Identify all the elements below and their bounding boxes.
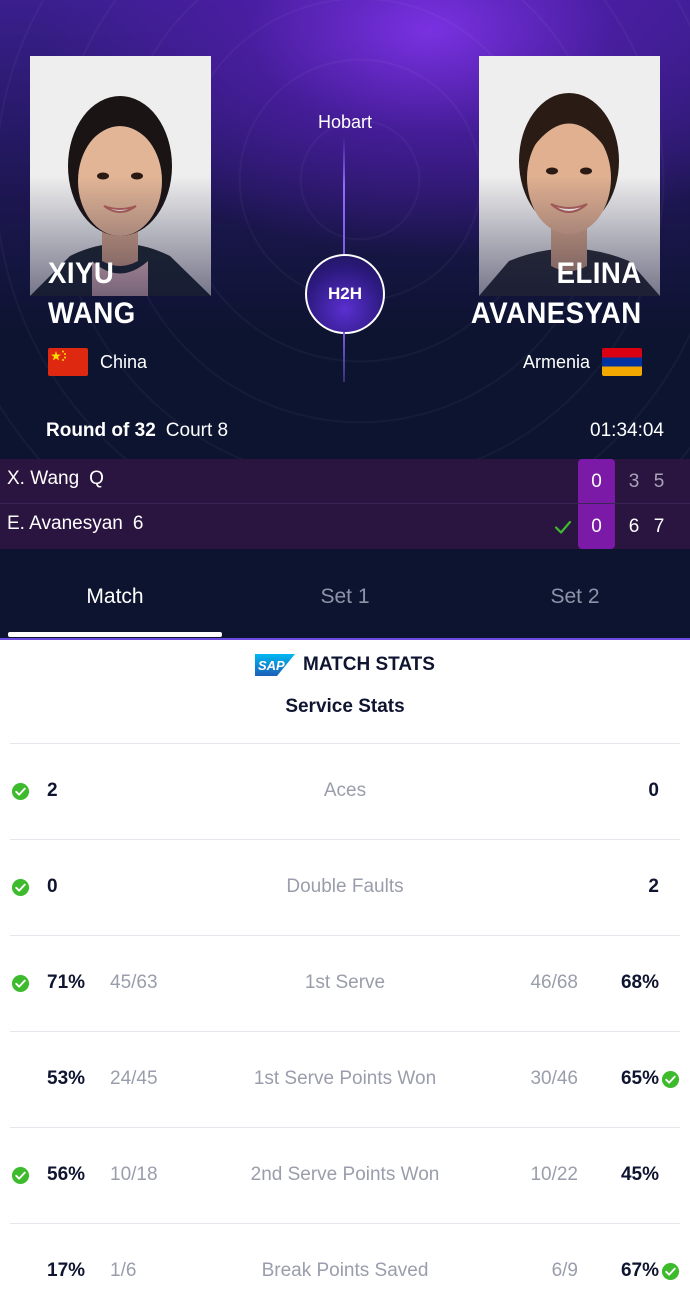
stat-right-value: 45% bbox=[620, 1164, 659, 1185]
stat-right-value: 0 bbox=[648, 780, 659, 801]
tab-set-1[interactable]: Set 1 bbox=[230, 560, 460, 638]
stat-right-value: 68% bbox=[620, 972, 659, 993]
scoreboard-player-name: E. Avanesyan bbox=[7, 513, 123, 534]
stat-row-first-serve: 71% 45/63 1st Serve 46/68 68% bbox=[0, 935, 690, 1031]
stat-right-fraction: 10/22 bbox=[530, 1164, 578, 1185]
player-last-name: WANG bbox=[48, 297, 136, 330]
match-header: Hobart H2H XIYU WANG ELINA AVANESYAN Chi… bbox=[0, 0, 690, 640]
stat-label: Break Points Saved bbox=[261, 1260, 429, 1281]
stat-right-value: 65% bbox=[620, 1068, 659, 1089]
scoreboard-row-player2[interactable]: E. Avanesyan 6 0 6 7 bbox=[0, 504, 690, 549]
row-separator bbox=[10, 1127, 680, 1128]
scoreboard-row-player1[interactable]: X. Wang Q 0 3 5 bbox=[0, 459, 690, 504]
player-name-right[interactable]: ELINA AVANESYAN bbox=[471, 254, 642, 334]
row-separator bbox=[10, 743, 680, 744]
stat-row-first-serve-points-won: 53% 24/45 1st Serve Points Won 30/46 65% bbox=[0, 1031, 690, 1127]
set2-score: 7 bbox=[653, 516, 665, 537]
h2h-button[interactable]: H2H bbox=[305, 254, 385, 334]
stat-label: Double Faults bbox=[286, 876, 404, 897]
player-first-name: ELINA bbox=[556, 257, 642, 290]
country-name: Armenia bbox=[522, 351, 590, 372]
stat-right-fraction: 46/68 bbox=[530, 972, 578, 993]
sap-logo-icon: SAP bbox=[255, 654, 296, 676]
scoreboard-divider bbox=[0, 503, 690, 504]
scoreboard-player-name: X. Wang bbox=[7, 468, 80, 489]
tab-set-2[interactable]: Set 2 bbox=[460, 560, 690, 638]
tab-match[interactable]: Match bbox=[0, 560, 230, 638]
country-left: China bbox=[48, 348, 147, 376]
current-game-score: 0 bbox=[578, 504, 615, 549]
stats-tabs: Match Set 1 Set 2 bbox=[0, 560, 690, 640]
match-duration: 01:34:04 bbox=[590, 420, 664, 441]
stat-label: 2nd Serve Points Won bbox=[250, 1164, 440, 1185]
scoreboard-seed: Q bbox=[89, 468, 104, 489]
set1-score: 6 bbox=[628, 516, 640, 537]
player-first-name: XIYU bbox=[48, 257, 115, 290]
stat-right-value: 67% bbox=[620, 1260, 659, 1281]
divider-line bbox=[343, 136, 345, 256]
section-title: Service Stats bbox=[285, 696, 405, 717]
row-separator bbox=[10, 839, 680, 840]
stat-row-break-points-saved: 17% 1/6 Break Points Saved 6/9 67% bbox=[0, 1223, 690, 1305]
stat-right-value: 2 bbox=[648, 876, 659, 897]
stat-right-fraction: 6/9 bbox=[551, 1260, 578, 1281]
leader-check-icon bbox=[661, 1262, 680, 1281]
stat-label: Aces bbox=[323, 780, 367, 801]
round-label: Round of 32 bbox=[46, 420, 156, 441]
svg-text:SAP: SAP bbox=[258, 658, 285, 673]
stat-row-double-faults: 0 Double Faults 2 bbox=[0, 839, 690, 935]
row-separator bbox=[10, 1223, 680, 1224]
leader-check-icon bbox=[661, 1070, 680, 1089]
stat-label: 1st Serve bbox=[304, 972, 386, 993]
player-name-left[interactable]: XIYU WANG bbox=[48, 254, 136, 334]
active-tab-indicator bbox=[8, 632, 222, 637]
tabs-border bbox=[0, 638, 690, 640]
stat-label: 1st Serve Points Won bbox=[253, 1068, 437, 1089]
player-last-name: AVANESYAN bbox=[471, 297, 642, 330]
country-name: China bbox=[100, 351, 148, 372]
stat-right-fraction: 30/46 bbox=[530, 1068, 578, 1089]
divider-line bbox=[343, 332, 345, 382]
match-stats-title: MATCH STATS bbox=[303, 654, 435, 675]
scoreboard-player: X. Wang Q bbox=[7, 468, 104, 490]
scoreboard-player: E. Avanesyan 6 bbox=[7, 513, 143, 535]
venue-label: Hobart bbox=[317, 112, 373, 132]
court-label: Court 8 bbox=[165, 420, 229, 441]
row-separator bbox=[10, 1031, 680, 1032]
scoreboard-seed: 6 bbox=[132, 513, 144, 534]
china-flag-icon bbox=[48, 348, 88, 376]
armenia-flag-icon bbox=[602, 348, 642, 376]
current-game-score: 0 bbox=[578, 459, 615, 504]
winner-check-icon bbox=[554, 520, 572, 534]
row-separator bbox=[10, 935, 680, 936]
match-stats-header: SAP MATCH STATS bbox=[0, 654, 690, 681]
country-right: Armenia bbox=[523, 348, 642, 376]
set2-score: 5 bbox=[653, 471, 665, 492]
set1-score: 3 bbox=[628, 471, 640, 492]
match-round-info: Round of 32 Court 8 bbox=[46, 420, 228, 442]
stat-row-second-serve-points-won: 56% 10/18 2nd Serve Points Won 10/22 45% bbox=[0, 1127, 690, 1223]
stat-row-aces: 2 Aces 0 bbox=[0, 743, 690, 839]
